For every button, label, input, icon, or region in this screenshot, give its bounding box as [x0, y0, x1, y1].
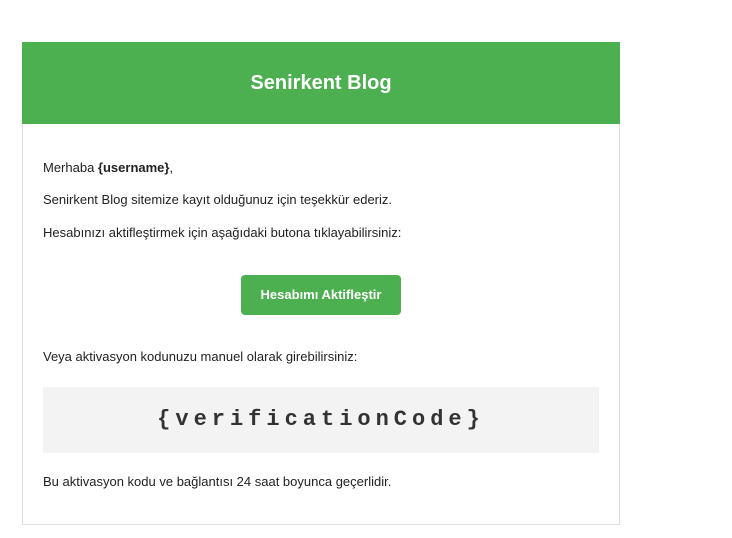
- greeting-prefix: Merhaba: [43, 160, 98, 175]
- email-title: Senirkent Blog: [250, 71, 392, 94]
- email-card: Senirkent Blog Merhaba {username}, Senir…: [22, 42, 620, 525]
- validity-note: Bu aktivasyon kodu ve bağlantısı 24 saat…: [43, 474, 392, 489]
- thanks-text: Senirkent Blog sitemize kayıt olduğunuz …: [43, 192, 393, 207]
- greeting-line: Merhaba {username},: [43, 160, 599, 176]
- manual-code-text: Veya aktivasyon kodunuzu manuel olarak g…: [43, 349, 358, 364]
- greeting-suffix: ,: [169, 160, 174, 175]
- email-body: Merhaba {username}, Senirkent Blog sitem…: [23, 124, 619, 490]
- activate-account-button[interactable]: Hesabımı Aktifleştir: [241, 275, 401, 315]
- verification-code: {verificationCode}: [157, 407, 485, 432]
- cta-wrapper: Hesabımı Aktifleştir: [43, 275, 599, 315]
- email-header: Senirkent Blog: [22, 42, 620, 124]
- instruction-text: Hesabınızı aktifleştirmek için aşağıdaki…: [43, 225, 402, 240]
- verification-code-box: {verificationCode}: [43, 387, 599, 453]
- greeting-username: {username}: [97, 160, 170, 175]
